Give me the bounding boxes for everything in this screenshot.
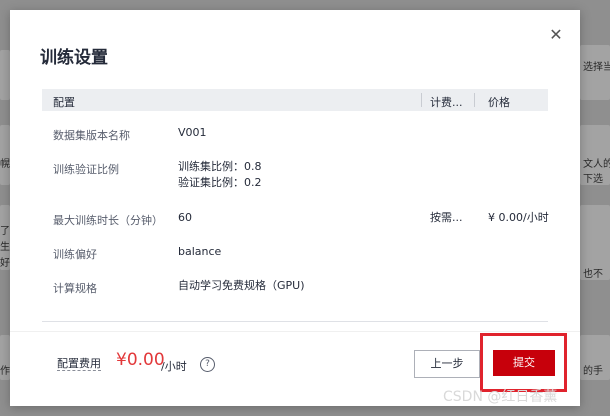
background-text: 的手 [583,366,603,377]
help-icon[interactable]: ? [200,357,215,372]
background-text: 文人的 [583,159,610,170]
row-label: 最大训练时长（分钟） [53,214,163,227]
config-fee-label[interactable]: 配置费用 [57,357,101,371]
row-value: V001 [178,126,207,139]
background-text: 也不 [583,269,603,280]
row-value-line: 训练集比例：0.8 [178,160,262,173]
row-label: 计算规格 [53,282,97,295]
row-label: 训练偏好 [53,248,97,261]
column-divider [421,93,422,107]
dialog-title: 训练设置 [40,48,108,68]
row-value-line: 验证集比例：0.2 [178,176,262,189]
column-header-price: 价格 [488,96,510,109]
config-fee-unit: /小时 [161,360,187,373]
column-header-billing: 计费... [430,96,463,109]
row-value: 自动学习免费规格（GPU) [178,279,305,292]
highlight-annotation [480,333,567,392]
column-divider [474,93,475,107]
config-table: 配置 计费... 价格 数据集版本名称 V001 训练验证比例 训练集比例：0.… [42,89,549,295]
footer-divider [10,331,580,332]
table-bottom-border [42,321,548,322]
row-label: 训练验证比例 [53,163,119,176]
row-value: balance [178,245,222,258]
close-icon[interactable]: ✕ [548,27,564,43]
background-text: 下选 [583,174,603,185]
column-header-config: 配置 [53,96,75,109]
row-value: 60 [178,211,192,224]
row-label: 数据集版本名称 [53,129,130,142]
previous-step-button[interactable]: 上一步 [414,350,480,378]
config-fee-amount: ¥0.00 [116,350,165,370]
background-card [0,50,10,100]
row-billing: 按需... [430,211,463,224]
watermark: CSDN @红日香薰 [443,389,558,405]
table-header: 配置 计费... 价格 [42,89,548,111]
background-text: 选择当 [583,62,610,73]
row-price: ¥ 0.00/小时 [488,211,549,224]
